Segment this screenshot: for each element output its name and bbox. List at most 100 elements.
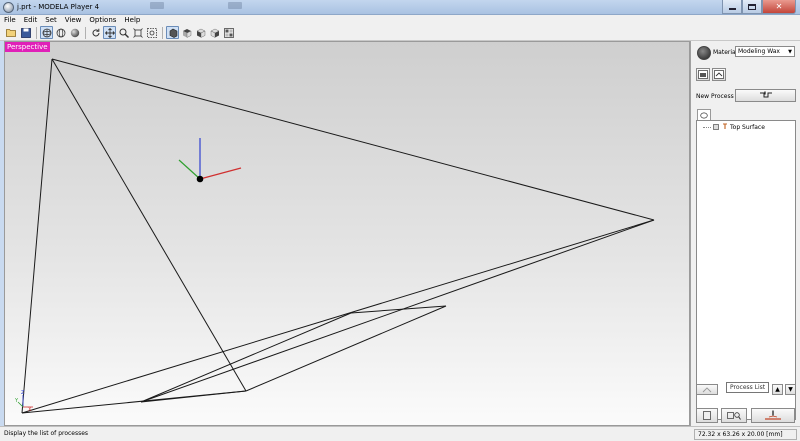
cut-button[interactable] — [751, 408, 795, 423]
window-controls: ✕ — [722, 0, 796, 14]
zoom-icon — [119, 28, 129, 38]
edit-process-icon — [702, 386, 712, 392]
toolbar-separator — [85, 26, 86, 39]
corner-z-label: Z — [21, 390, 25, 396]
fit-view-button[interactable] — [131, 26, 144, 39]
preview-icon — [727, 412, 741, 420]
maximize-button[interactable] — [742, 0, 762, 14]
zoom-window-icon — [146, 27, 157, 38]
delete-process-button[interactable] — [696, 408, 718, 423]
material-label: Material — [713, 49, 738, 56]
status-bar: Display the list of processes 72.32 x 63… — [0, 426, 800, 441]
zoom-window-button[interactable] — [145, 26, 158, 39]
orbit-view-button[interactable] — [40, 26, 53, 39]
model-dimensions: 72.32 x 63.26 x 20.00 [mm] — [694, 429, 797, 440]
corner-x-label: X — [28, 407, 32, 413]
view-top-icon — [182, 28, 191, 38]
minimize-button[interactable] — [722, 0, 742, 14]
toolbar-separator — [162, 26, 163, 39]
view-grid-icon — [223, 27, 234, 38]
perspective-viewport[interactable]: Y Z X Perspective — [4, 41, 690, 426]
view-side-icon — [210, 28, 219, 38]
move-up-button[interactable]: ▲ — [772, 383, 783, 395]
view-iso-icon — [196, 28, 205, 38]
view-front-button[interactable] — [166, 26, 179, 39]
perspective-label: Perspective — [5, 42, 50, 52]
model-edge — [21, 219, 655, 414]
tree-connector — [703, 127, 711, 128]
view-grid-button[interactable] — [222, 26, 235, 39]
process-list[interactable]: Top Surface — [696, 120, 796, 420]
process-tab-icon — [700, 112, 708, 118]
model-edge — [21, 58, 53, 414]
menu-help[interactable]: Help — [124, 16, 140, 24]
toolbar-separator — [36, 26, 37, 39]
tab-process[interactable] — [697, 109, 711, 120]
title-bar[interactable]: j.prt - MODELA Player 4 ✕ — [0, 0, 800, 15]
tool-icon — [722, 123, 728, 132]
model-edge — [51, 58, 655, 221]
menu-file[interactable]: File — [4, 16, 16, 24]
globe-view-icon — [56, 28, 65, 37]
minimize-icon — [728, 8, 736, 10]
menu-bar: File Edit Set View Options Help — [0, 15, 800, 25]
process-list-tooltip: Process List — [726, 382, 770, 393]
corner-y-label: Y — [14, 398, 19, 404]
app-icon[interactable] — [3, 2, 14, 13]
pan-button[interactable] — [103, 26, 116, 39]
view-front-icon — [169, 28, 177, 38]
process-icon — [713, 123, 720, 132]
new-process-label: New Process — [696, 93, 734, 100]
model-edge — [51, 58, 247, 392]
pan-icon — [104, 27, 115, 38]
list-item[interactable]: Top Surface — [703, 123, 765, 132]
sphere-button[interactable] — [68, 26, 81, 39]
open-button[interactable] — [5, 26, 18, 39]
save-icon — [20, 27, 31, 38]
sphere-icon — [70, 28, 79, 37]
close-button[interactable]: ✕ — [762, 0, 796, 14]
move-down-button[interactable]: ▼ — [785, 383, 796, 395]
view-top-button[interactable] — [180, 26, 193, 39]
cut-icon — [765, 410, 781, 420]
axis-gizmo — [178, 138, 242, 183]
cut-settings-button[interactable] — [712, 68, 726, 81]
rotate-button[interactable] — [89, 26, 102, 39]
model-edge — [245, 305, 447, 392]
save-button[interactable] — [19, 26, 32, 39]
origin-point — [196, 175, 204, 183]
edit-process-button[interactable] — [696, 383, 718, 395]
corner-axes-icon: Y Z X — [14, 390, 33, 413]
cut-settings-icon — [714, 70, 724, 79]
view-side-button[interactable] — [208, 26, 221, 39]
process-panel: Material Modeling Wax ▼ New Process Top … — [690, 41, 800, 426]
y-axis-line — [178, 159, 201, 180]
title-bar-shadow — [228, 2, 242, 9]
orbit-view-icon — [42, 28, 51, 37]
model-settings-icon — [698, 70, 708, 79]
model-edge — [140, 312, 352, 403]
new-process-button[interactable] — [735, 89, 796, 102]
menu-edit[interactable]: Edit — [24, 16, 38, 24]
material-value: Modeling Wax — [738, 48, 780, 55]
arrow-down-icon: ▼ — [788, 385, 793, 393]
window-title: j.prt - MODELA Player 4 — [17, 3, 100, 11]
document-icon — [703, 411, 711, 420]
material-icon — [697, 46, 711, 60]
model-settings-button[interactable] — [696, 68, 710, 81]
open-folder-icon — [6, 29, 16, 37]
menu-view[interactable]: View — [65, 16, 82, 24]
menu-set[interactable]: Set — [45, 16, 57, 24]
zoom-button[interactable] — [117, 26, 130, 39]
title-bar-shadow — [150, 2, 164, 9]
view-iso-button[interactable] — [194, 26, 207, 39]
rotate-icon — [92, 28, 99, 36]
globe-view-button[interactable] — [54, 26, 67, 39]
material-select[interactable]: Modeling Wax ▼ — [735, 46, 795, 57]
tool-path-icon — [759, 91, 772, 98]
close-icon: ✕ — [775, 2, 783, 11]
wireframe-model: Y Z X — [14, 58, 655, 414]
preview-button[interactable] — [721, 408, 747, 423]
process-label: Top Surface — [730, 124, 765, 131]
menu-options[interactable]: Options — [89, 16, 116, 24]
